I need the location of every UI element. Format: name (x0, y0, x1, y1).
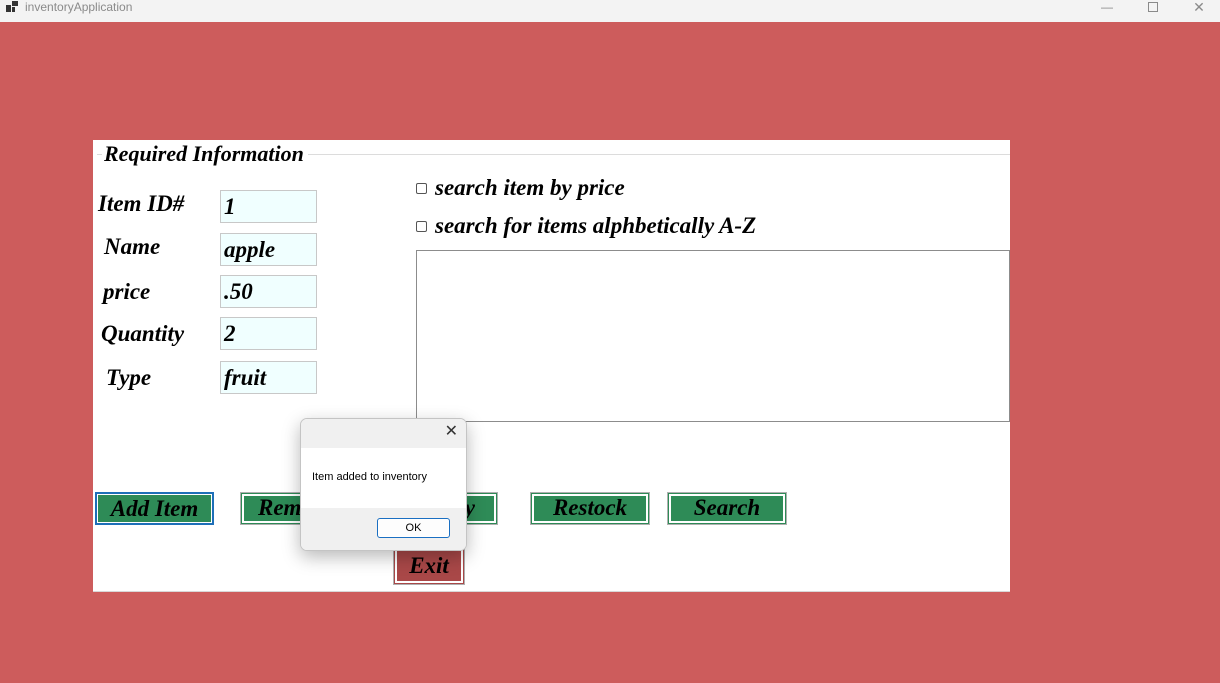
search-button[interactable]: Search (667, 492, 787, 525)
search-by-price-checkbox[interactable]: search item by price (416, 175, 625, 201)
dialog-titlebar (301, 419, 466, 448)
item-id-label: Item ID# (98, 191, 185, 216)
minimize-button[interactable]: — (1085, 0, 1129, 14)
maximize-button[interactable] (1131, 0, 1175, 14)
name-label: Name (104, 234, 161, 259)
search-by-price-label: search item by price (435, 175, 625, 200)
window-titlebar: inventoryApplication — ✕ (0, 0, 1220, 22)
maximize-icon (1148, 2, 1158, 12)
search-alphabetical-checkbox[interactable]: search for items alphbetically A-Z (416, 213, 756, 239)
exit-button[interactable]: Exit (393, 547, 465, 585)
close-window-button[interactable]: ✕ (1177, 0, 1220, 14)
message-dialog: ✕ Item added to inventory OK (300, 418, 467, 551)
type-label: Type (106, 365, 152, 390)
item-id-input[interactable]: 1 (220, 190, 317, 223)
type-input[interactable]: fruit (220, 361, 317, 394)
price-input[interactable]: .50 (220, 275, 317, 308)
search-alphabetical-label: search for items alphbetically A-Z (435, 213, 757, 238)
name-input[interactable]: apple (220, 233, 317, 266)
window-title: inventoryApplication (25, 0, 133, 14)
checkbox-icon (416, 220, 427, 232)
ok-button[interactable]: OK (377, 518, 450, 538)
quantity-input[interactable]: 2 (220, 317, 317, 350)
close-icon: ✕ (1193, 0, 1205, 15)
restock-button[interactable]: Restock (530, 492, 650, 525)
checkbox-icon (416, 182, 427, 194)
group-title: Required Information (102, 140, 308, 168)
quantity-label: Quantity (101, 321, 185, 346)
dialog-message: Item added to inventory (312, 471, 427, 483)
dialog-close-button[interactable]: ✕ (445, 422, 458, 442)
minimize-icon: — (1101, 0, 1113, 14)
price-label: price (103, 279, 151, 304)
add-item-button[interactable]: Add Item (95, 492, 214, 525)
required-information-panel: Required Information Item ID# 1 Name app… (93, 140, 1010, 592)
results-listbox[interactable] (416, 250, 1010, 422)
app-icon (6, 1, 18, 12)
